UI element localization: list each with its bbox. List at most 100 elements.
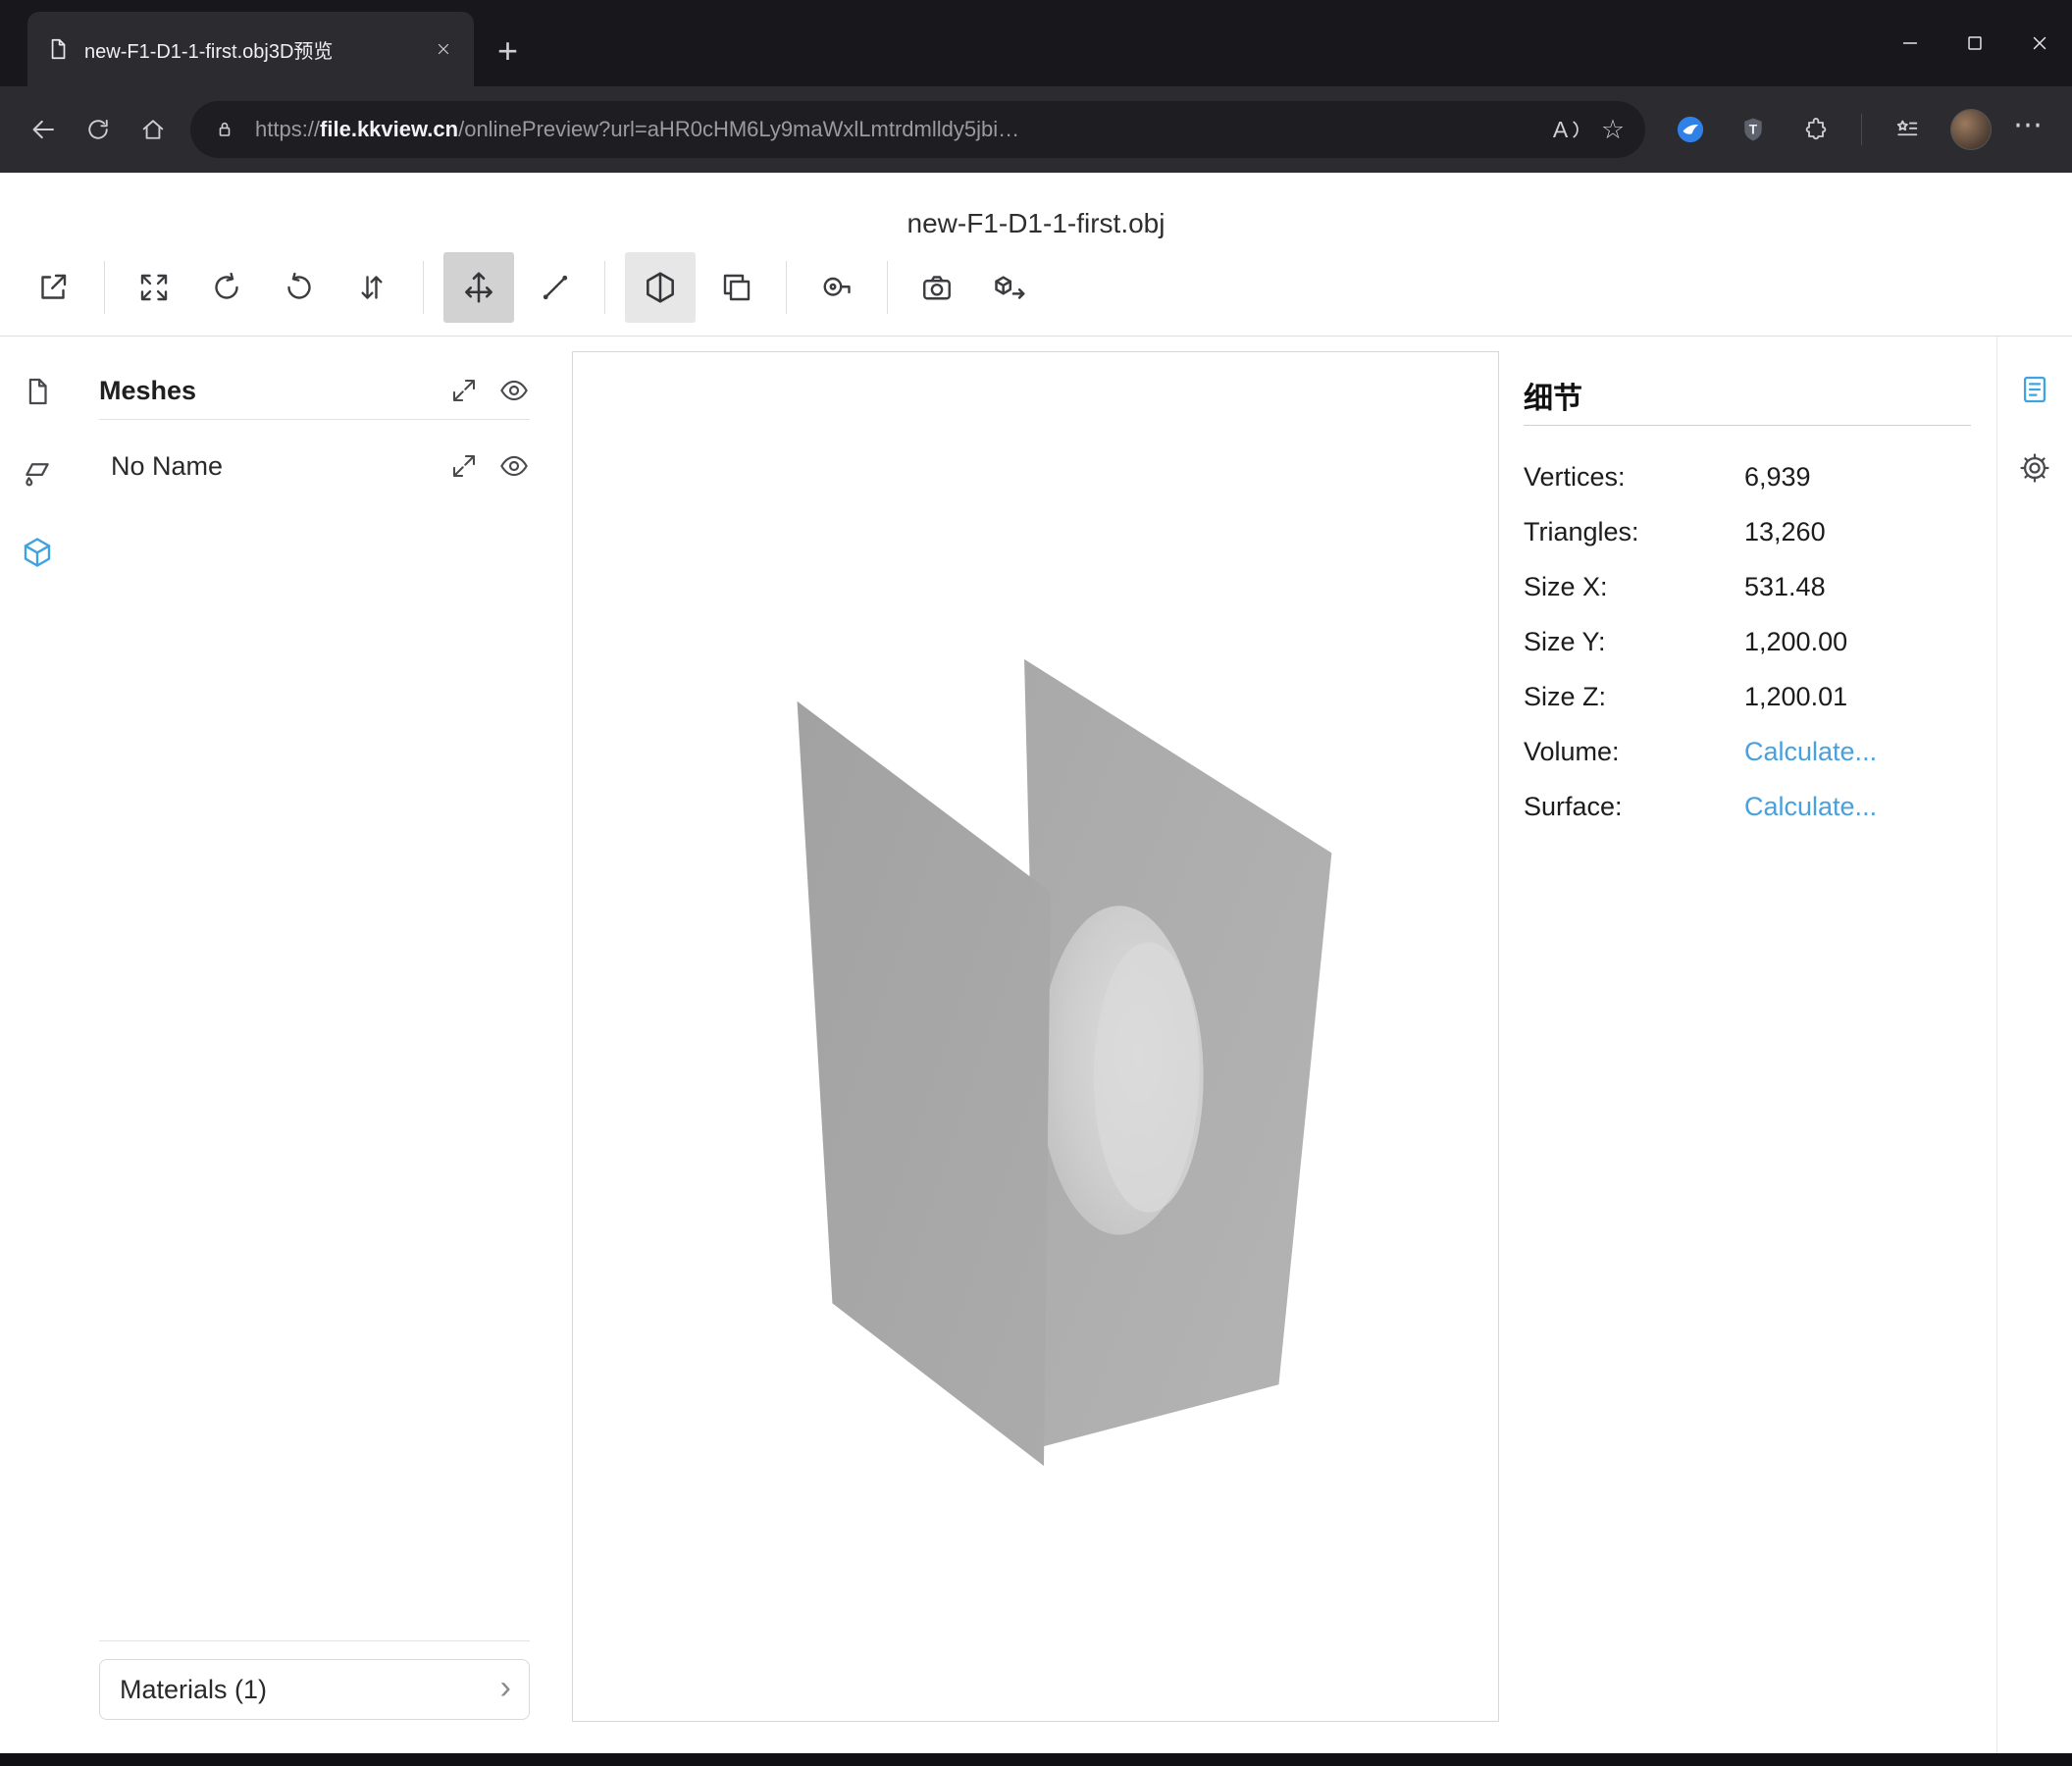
detail-row-size-z: Size Z: 1,200.01 [1524,669,1977,724]
panel-divider [1524,425,1971,426]
extensions-area: T ⋯ [1663,102,2054,157]
calculate-volume-link[interactable]: Calculate... [1744,737,1877,767]
details-panel-title: 细节 [1524,366,1977,425]
url-text: https://file.kkview.cn/onlinePreview?url… [255,117,1545,142]
fit-all-meshes-icon[interactable] [449,376,479,405]
fit-mesh-icon[interactable] [449,451,479,481]
browser-titlebar: new-F1-D1-1-first.obj3D预览 + [0,0,2072,86]
detail-value: 531.48 [1744,572,1826,602]
meshes-panel: Meshes No Name [75,337,555,1753]
read-aloud-letter: A [1553,117,1568,143]
materials-button[interactable]: Materials (1) › [99,1659,530,1720]
meshes-panel-title: Meshes [99,376,449,406]
panel-divider [99,1640,530,1641]
toggle-all-visibility-icon[interactable] [498,375,530,406]
chevron-right-icon: › [500,1671,511,1704]
detail-row-surface: Surface: Calculate... [1524,779,1977,834]
details-tab-icon[interactable] [2015,370,2054,409]
model-viewport[interactable] [572,351,1499,1722]
favorites-hub-icon[interactable] [1880,102,1935,157]
panel-divider [99,419,530,420]
mesh-list-item[interactable]: No Name [99,438,530,494]
left-icon-rail [0,337,75,1753]
measure-tape-button[interactable] [806,258,865,317]
detail-value: 1,200.00 [1744,627,1847,657]
settings-gear-icon[interactable] [2015,448,2054,488]
move-tool-button[interactable] [443,252,514,323]
materials-label: Materials (1) [120,1675,500,1705]
detail-label: Size Y: [1524,627,1744,657]
rotate-horizontal-button[interactable] [197,258,256,317]
details-panel: 细节 Vertices: 6,939 Triangles: 13,260 Siz… [1520,337,1996,1753]
viewer-content: Meshes No Name [0,336,2072,1753]
toolbar-separator [104,261,105,314]
screenshot-button[interactable] [907,258,966,317]
rotate-vertical-button[interactable] [270,258,329,317]
back-icon[interactable] [16,102,71,157]
file-info-tab-icon[interactable] [18,372,57,411]
more-menu-icon[interactable]: ⋯ [2007,108,2054,152]
window-bottom-edge [0,1753,2072,1766]
viewer-page: new-F1-D1-1-first.obj [0,173,2072,1753]
calculate-surface-link[interactable]: Calculate... [1744,792,1877,822]
model-3d [573,352,1498,1721]
detail-label: Size X: [1524,572,1744,602]
viewer-toolbar [0,239,2072,336]
lock-icon[interactable] [202,107,247,152]
viewport-area [555,337,1520,1753]
shield-extension-icon[interactable]: T [1726,102,1781,157]
detail-label: Vertices: [1524,462,1744,493]
favorite-star-icon[interactable]: ☆ [1590,107,1635,152]
toolbar-separator [786,261,787,314]
right-icon-rail [1996,337,2072,1753]
blue-extension-icon[interactable] [1663,102,1718,157]
url-path: /onlinePreview?url=aHR0cHM6Ly9maWxlLmtrd… [458,117,1019,141]
detail-row-size-y: Size Y: 1,200.00 [1524,614,1977,669]
fit-view-button[interactable] [125,258,183,317]
detail-value: 1,200.01 [1744,682,1847,712]
tab-close-icon[interactable] [429,34,458,64]
tab-title: new-F1-D1-1-first.obj3D预览 [84,35,429,64]
detail-label: Surface: [1524,792,1744,822]
new-tab-button[interactable]: + [497,33,518,69]
solid-view-button[interactable] [625,252,696,323]
detail-label: Triangles: [1524,517,1744,547]
close-window-button[interactable] [2007,0,2072,86]
url-scheme: https:// [255,117,320,141]
page-title: new-F1-D1-1-first.obj [907,208,1166,239]
box-view-button[interactable] [701,252,772,323]
toolbar-separator [423,261,424,314]
detail-label: Volume: [1524,737,1744,767]
export-model-button[interactable] [980,258,1039,317]
detail-row-size-x: Size X: 531.48 [1524,559,1977,614]
toolbar-separator [604,261,605,314]
browser-tab[interactable]: new-F1-D1-1-first.obj3D预览 [27,12,474,86]
url-host: file.kkview.cn [320,117,458,141]
browser-navbar: https://file.kkview.cn/onlinePreview?url… [0,86,2072,173]
read-aloud-icon[interactable]: A [1545,107,1590,152]
home-icon[interactable] [126,102,181,157]
open-file-button[interactable] [24,258,82,317]
page-file-icon [45,36,71,62]
meshes-tab-icon[interactable] [18,533,57,572]
window-controls [1878,0,2072,86]
details-rows: Vertices: 6,939 Triangles: 13,260 Size X… [1524,449,1977,834]
minimize-button[interactable] [1878,0,1942,86]
detail-row-triangles: Triangles: 13,260 [1524,504,1977,559]
refresh-icon[interactable] [71,102,126,157]
mesh-list: No Name [99,438,530,494]
address-bar[interactable]: https://file.kkview.cn/onlinePreview?url… [190,101,1645,158]
shield-letter: T [1749,123,1758,137]
maximize-button[interactable] [1942,0,2007,86]
detail-value: 13,260 [1744,517,1826,547]
profile-avatar[interactable] [1950,109,1992,150]
toolbar-separator [887,261,888,314]
line-measure-tool-button[interactable] [520,252,591,323]
mesh-name: No Name [111,451,449,482]
extensions-puzzle-icon[interactable] [1788,102,1843,157]
materials-tab-icon[interactable] [18,452,57,492]
detail-row-vertices: Vertices: 6,939 [1524,449,1977,504]
flip-updown-button[interactable] [342,258,401,317]
detail-label: Size Z: [1524,682,1744,712]
toggle-mesh-visibility-icon[interactable] [498,450,530,482]
